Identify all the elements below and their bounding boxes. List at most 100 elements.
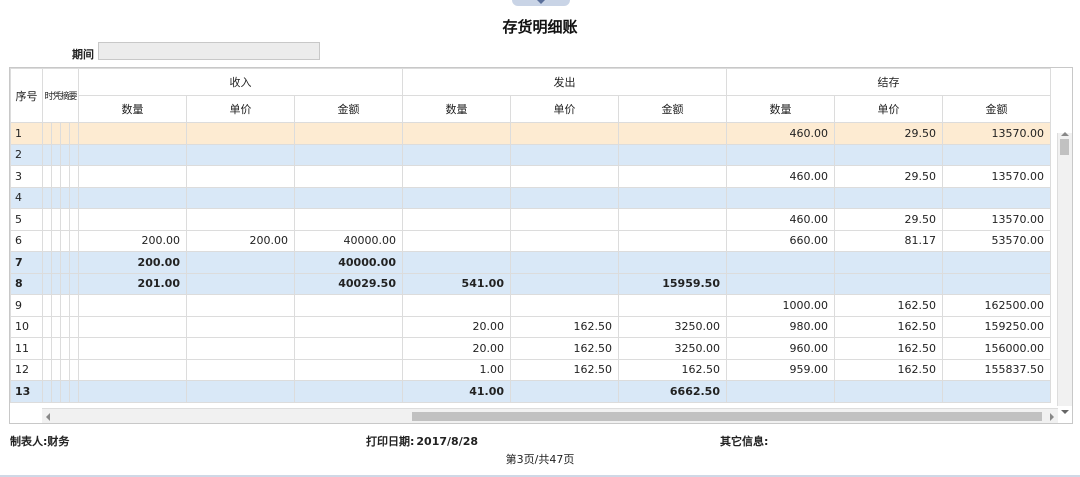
table-cell[interactable]: 201.00	[78, 272, 187, 295]
table-cell[interactable]	[402, 229, 511, 252]
table-cell[interactable]: 162.50	[834, 337, 943, 360]
header-group-income[interactable]: 收入	[78, 68, 403, 96]
narrow-cell[interactable]	[42, 337, 52, 360]
subheader[interactable]: 单价	[510, 95, 619, 123]
narrow-cell[interactable]	[69, 315, 79, 338]
narrow-cell[interactable]	[51, 122, 61, 145]
row-seq[interactable]: 6	[10, 229, 43, 252]
narrow-cell[interactable]	[51, 337, 61, 360]
narrow-cell[interactable]	[60, 229, 70, 252]
table-cell[interactable]: 3250.00	[618, 337, 727, 360]
table-cell[interactable]: 1000.00	[726, 294, 835, 317]
table-cell[interactable]	[402, 208, 511, 231]
table-cell[interactable]	[78, 337, 187, 360]
table-cell[interactable]: 29.50	[834, 165, 943, 188]
table-cell[interactable]	[186, 272, 295, 295]
row-seq[interactable]: 7	[10, 251, 43, 274]
subheader[interactable]: 数量	[402, 95, 511, 123]
table-cell[interactable]: 3250.00	[618, 315, 727, 338]
header-narrow[interactable]: 时凭摘要	[42, 68, 79, 123]
table-cell[interactable]: 162.50	[834, 358, 943, 381]
table-cell[interactable]	[186, 251, 295, 274]
table-row[interactable]: 8 201.00 40029.50 541.00 15959.50	[10, 272, 1051, 295]
table-cell[interactable]	[726, 272, 835, 295]
table-row[interactable]: 5 460.00 29.50 13570.00	[10, 208, 1051, 231]
table-cell[interactable]	[618, 143, 727, 166]
table-cell[interactable]	[186, 358, 295, 381]
table-cell[interactable]	[78, 358, 187, 381]
table-cell[interactable]: 162.50	[834, 294, 943, 317]
table-cell[interactable]: 13570.00	[942, 122, 1051, 145]
vertical-scrollbar[interactable]	[1057, 132, 1072, 414]
narrow-cell[interactable]	[51, 380, 61, 403]
table-cell[interactable]: 162.50	[510, 337, 619, 360]
table-cell[interactable]	[402, 294, 511, 317]
table-cell[interactable]	[726, 186, 835, 209]
row-seq[interactable]: 4	[10, 186, 43, 209]
row-seq[interactable]: 1	[10, 122, 43, 145]
table-cell[interactable]: 20.00	[402, 337, 511, 360]
narrow-cell[interactable]	[42, 208, 52, 231]
table-cell[interactable]	[294, 208, 403, 231]
row-seq[interactable]: 13	[10, 380, 43, 403]
narrow-cell[interactable]	[60, 337, 70, 360]
table-row[interactable]: 2	[10, 143, 1051, 166]
header-group-balance[interactable]: 结存	[726, 68, 1051, 96]
narrow-cell[interactable]	[42, 358, 52, 381]
table-cell[interactable]	[294, 122, 403, 145]
narrow-cell[interactable]	[42, 229, 52, 252]
table-row[interactable]: 6 200.00 200.00 40000.00 660.00 81.17 53570.00	[10, 229, 1051, 252]
narrow-cell[interactable]	[60, 165, 70, 188]
narrow-cell[interactable]	[51, 315, 61, 338]
table-cell[interactable]	[78, 380, 187, 403]
table-cell[interactable]	[942, 272, 1051, 295]
subheader[interactable]: 单价	[834, 95, 943, 123]
table-cell[interactable]	[186, 122, 295, 145]
narrow-cell[interactable]	[69, 229, 79, 252]
table-cell[interactable]	[510, 165, 619, 188]
table-cell[interactable]: 13570.00	[942, 165, 1051, 188]
table-cell[interactable]: 162.50	[618, 358, 727, 381]
narrow-cell[interactable]	[69, 251, 79, 274]
table-cell[interactable]: 20.00	[402, 315, 511, 338]
table-cell[interactable]	[618, 294, 727, 317]
narrow-cell[interactable]	[69, 380, 79, 403]
table-cell[interactable]: 1.00	[402, 358, 511, 381]
narrow-cell[interactable]	[69, 208, 79, 231]
table-cell[interactable]	[294, 315, 403, 338]
table-cell[interactable]: 81.17	[834, 229, 943, 252]
table-cell[interactable]: 40029.50	[294, 272, 403, 295]
table-cell[interactable]	[186, 186, 295, 209]
table-row[interactable]: 12 1.00 162.50 162.50 959.00 162.50 155837.50	[10, 358, 1051, 381]
subheader[interactable]: 单价	[186, 95, 295, 123]
horizontal-scroll-thumb[interactable]	[412, 412, 1042, 421]
table-cell[interactable]	[402, 165, 511, 188]
table-cell[interactable]	[942, 143, 1051, 166]
table-cell[interactable]	[834, 380, 943, 403]
table-cell[interactable]	[510, 380, 619, 403]
table-cell[interactable]: 29.50	[834, 122, 943, 145]
narrow-cell[interactable]	[51, 143, 61, 166]
table-row[interactable]: 13 41.00 6662.50	[10, 380, 1051, 403]
table-cell[interactable]	[942, 380, 1051, 403]
narrow-cell[interactable]	[69, 272, 79, 295]
table-cell[interactable]	[294, 380, 403, 403]
narrow-cell[interactable]	[69, 122, 79, 145]
table-cell[interactable]	[618, 165, 727, 188]
table-cell[interactable]	[942, 186, 1051, 209]
period-input[interactable]	[98, 42, 320, 60]
table-row[interactable]: 10 20.00 162.50 3250.00 980.00 162.50 159250.0…	[10, 315, 1051, 338]
narrow-cell[interactable]	[42, 165, 52, 188]
narrow-cell[interactable]	[51, 165, 61, 188]
table-cell[interactable]: 156000.00	[942, 337, 1051, 360]
table-cell[interactable]	[510, 251, 619, 274]
table-cell[interactable]	[186, 337, 295, 360]
narrow-cell[interactable]	[60, 272, 70, 295]
table-cell[interactable]: 159250.00	[942, 315, 1051, 338]
table-cell[interactable]	[294, 186, 403, 209]
table-row[interactable]: 4	[10, 186, 1051, 209]
table-cell[interactable]	[726, 380, 835, 403]
row-seq[interactable]: 5	[10, 208, 43, 231]
table-cell[interactable]: 29.50	[834, 208, 943, 231]
narrow-cell[interactable]	[51, 294, 61, 317]
